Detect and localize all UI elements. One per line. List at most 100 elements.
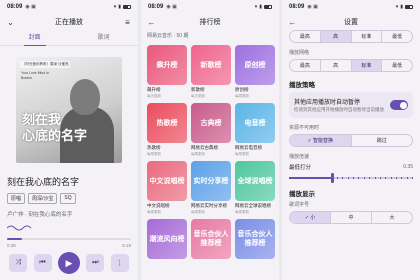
- rank-update: 每天更新: [147, 94, 161, 98]
- rank-tile[interactable]: 电音榜: [235, 103, 275, 143]
- slider-tick: [347, 177, 349, 179]
- battery-icon: [123, 5, 131, 9]
- rank-label: 飙升榜: [147, 87, 161, 92]
- slider-tick: [342, 177, 344, 179]
- song-title: 刻在我心底的名字: [7, 177, 80, 187]
- speed-slider[interactable]: [289, 173, 413, 183]
- segment-option[interactable]: 高: [321, 60, 352, 71]
- segment-option[interactable]: ✓ 小: [290, 212, 331, 223]
- section-display: 播放显示: [289, 191, 315, 198]
- network-quality-segmented: 最高高标准 最低: [289, 59, 413, 72]
- rank-tile[interactable]: 中文说唱榜: [147, 161, 187, 201]
- rank-tile[interactable]: 音乐合伙人推荐榜: [235, 219, 275, 259]
- speed-title: 最低打分: [289, 165, 312, 171]
- back-arrow-icon[interactable]: ←: [288, 18, 297, 27]
- quality-tags: 原唱 周深/沙宝 SQ: [7, 193, 138, 204]
- rank-update: 每周更新: [235, 152, 249, 156]
- page-title: 设置: [344, 19, 358, 26]
- previous-icon[interactable]: ⏮: [33, 254, 52, 272]
- segment-option[interactable]: 跳过: [352, 135, 413, 146]
- slider-tick: [358, 177, 360, 179]
- chart-grid: 飙升榜 飙升榜 每天更新 新歌榜 新歌榜 每天更新 原创榜 原创榜 每周更新 热歌榜 热歌榜 每周更新…: [147, 45, 279, 259]
- rank-card[interactable]: 中文说唱榜 中文说唱榜 每周更新: [147, 161, 187, 215]
- back-arrow-icon[interactable]: ←: [147, 18, 156, 27]
- auto-pause-title: 其他应用播放时自动暂停: [294, 100, 361, 106]
- slider-tick: [363, 177, 365, 179]
- rank-tile[interactable]: 潮流风向榜: [147, 219, 187, 259]
- rank-card[interactable]: 实时分享榜 网易云实时分享榜 每周更新: [191, 161, 231, 215]
- slider-tick: [305, 177, 307, 179]
- chevron-down-icon[interactable]: ⌄: [6, 18, 15, 27]
- status-bar: 08:09 ◉ ▣ ▾ ▮: [282, 0, 420, 14]
- page-title: 正在播放: [55, 19, 83, 26]
- status-time: 08:09: [148, 4, 164, 10]
- slider-tick: [395, 177, 397, 179]
- cover-top-text: ［时光音乐聆听］周深 沙宝亮: [20, 61, 71, 68]
- rank-tile[interactable]: 飙升榜: [147, 45, 187, 85]
- segment-option[interactable]: 大: [372, 212, 412, 223]
- rank-tile[interactable]: 实时分享榜: [191, 161, 231, 201]
- rank-tile[interactable]: 古典榜: [191, 103, 231, 143]
- rank-card[interactable]: 飙升榜 飙升榜 每天更新: [147, 45, 187, 99]
- progress-fill: [7, 238, 22, 240]
- rank-tile[interactable]: 全球说唱榜: [235, 161, 275, 201]
- rank-card[interactable]: 音乐合伙人推荐榜: [235, 219, 275, 259]
- segment-option[interactable]: 最高: [290, 60, 321, 71]
- auto-pause-card[interactable]: 其他应用播放时自动暂停 检测到其他应用开始播放时自动暂停当前播放: [289, 92, 413, 118]
- rank-card[interactable]: 全球说唱榜 网易云全球说唱榜 每周更新: [235, 161, 275, 215]
- status-time: 08:09: [7, 4, 23, 10]
- segment-option[interactable]: ✓ 智能替换: [290, 135, 352, 146]
- rank-card[interactable]: 古典榜 网易云古典榜 每周更新: [191, 103, 231, 157]
- rank-label: 新歌榜: [191, 87, 205, 92]
- tag-original[interactable]: 原唱: [7, 193, 26, 204]
- rank-tile[interactable]: 热歌榜: [147, 103, 187, 143]
- rank-update: 每周更新: [191, 210, 205, 214]
- segment-option[interactable]: 最低: [382, 60, 412, 71]
- slider-handle[interactable]: [330, 173, 334, 183]
- notification-icon: ◉ ▣: [25, 4, 36, 10]
- tag-singer[interactable]: 周深/沙宝: [28, 193, 58, 204]
- rank-card[interactable]: 音乐合伙人推荐榜: [191, 219, 231, 259]
- notification-icon: ◉ ▣: [166, 4, 177, 10]
- rank-tile[interactable]: 原创榜: [235, 45, 275, 85]
- tag-quality[interactable]: SQ: [60, 193, 76, 204]
- play-icon[interactable]: ▶: [57, 252, 80, 274]
- shuffle-icon[interactable]: ⤨: [9, 254, 28, 272]
- more-icon[interactable]: ⋮: [110, 254, 129, 272]
- slider-tick: [385, 177, 387, 179]
- tab-lyrics[interactable]: 歌词: [69, 30, 138, 45]
- queue-icon[interactable]: ≡: [123, 18, 132, 27]
- quality-segmented: 最高高标准 最低: [289, 30, 413, 43]
- time-current: 0:38: [7, 243, 16, 248]
- source-segmented: ✓ 智能替换 跳过: [289, 134, 413, 147]
- wifi-icon: ▾: [113, 4, 117, 10]
- segment-option[interactable]: 高: [320, 31, 352, 42]
- rank-card[interactable]: 新歌榜 新歌榜 每天更新: [191, 45, 231, 99]
- rank-card[interactable]: 热歌榜 热歌榜 每周更新: [147, 103, 187, 157]
- auto-pause-desc: 检测到其他应用开始播放时自动暂停当前播放: [294, 107, 384, 112]
- next-icon[interactable]: ⏭: [86, 254, 105, 272]
- rank-card[interactable]: 原创榜 原创榜 每周更新: [235, 45, 275, 99]
- segment-option[interactable]: 标准: [351, 60, 383, 71]
- status-bar: 08:09 ◉ ▣ ▾ ▮: [141, 0, 279, 14]
- tab-cover[interactable]: 封面: [0, 30, 69, 45]
- segment-option[interactable]: 最低: [382, 31, 412, 42]
- auto-pause-toggle[interactable]: [390, 100, 408, 110]
- cover-figure-head: [70, 79, 100, 115]
- slider-tick: [294, 177, 296, 179]
- progress-bar[interactable]: [7, 238, 131, 240]
- rank-tile[interactable]: 新歌榜: [191, 45, 231, 85]
- rank-card[interactable]: 潮流风向榜: [147, 219, 187, 259]
- wifi-icon: ▾: [395, 4, 399, 10]
- segment-option[interactable]: 中: [331, 212, 372, 223]
- cover-title: 刻在我 心底的名字: [22, 113, 88, 144]
- tab-indicator: [24, 44, 46, 46]
- album-cover[interactable]: ［时光音乐聆听］周深 沙宝亮 Your Love Mind in Boston …: [16, 57, 122, 163]
- segment-option[interactable]: 标准: [352, 31, 383, 42]
- rank-update: 每周更新: [147, 210, 161, 214]
- rank-card[interactable]: 电音榜 网易云电音榜 每周更新: [235, 103, 275, 157]
- section-header: 网易云音乐 · 50 期: [147, 33, 189, 39]
- rank-tile[interactable]: 音乐合伙人推荐榜: [191, 219, 231, 259]
- segment-option[interactable]: 最高: [290, 31, 321, 42]
- artist-album[interactable]: 卢广仲 · 刻在我心底的名字: [7, 210, 138, 218]
